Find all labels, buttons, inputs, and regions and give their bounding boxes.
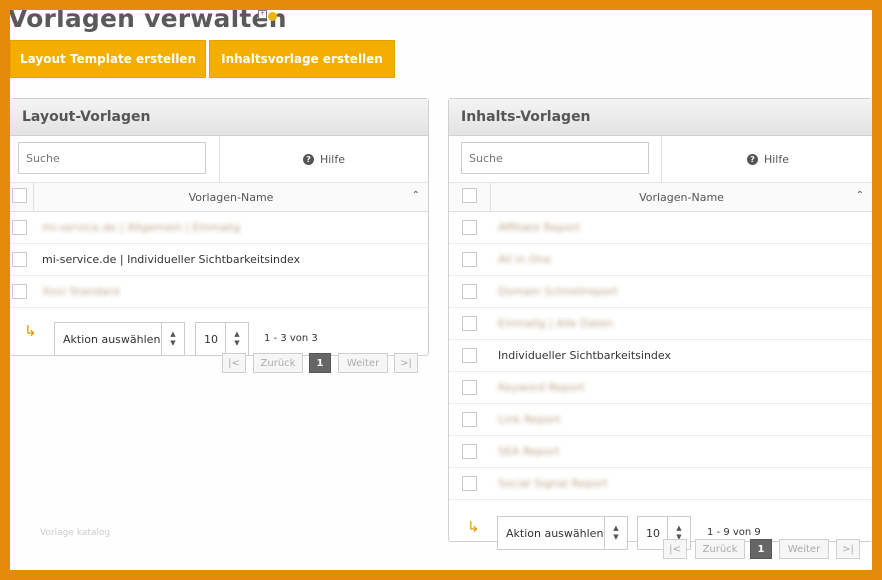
template-name[interactable]: Xovi Standard (42, 276, 119, 307)
row-checkbox[interactable] (462, 220, 477, 235)
template-name[interactable]: Affiliate Report (498, 212, 580, 243)
updown-icon: ▲ ▼ (225, 323, 248, 355)
prev-page-button[interactable]: Zurück (695, 539, 745, 559)
template-name[interactable]: Individueller Sichtbarkeitsindex (498, 340, 671, 371)
search-input[interactable] (461, 142, 649, 174)
column-header-name[interactable]: Vorlagen-Name (33, 183, 428, 211)
table-row[interactable]: mi-service.de | Allgemein | Einmalig (10, 212, 428, 244)
bulk-action-select[interactable]: Aktion auswählen ▲ ▼ (497, 516, 628, 550)
search-row: ? Hilfe (449, 136, 872, 183)
row-checkbox[interactable] (12, 220, 27, 235)
row-checkbox[interactable] (462, 284, 477, 299)
question-icon: ? (302, 153, 314, 165)
template-name[interactable]: Einmalig | Alle Daten (498, 308, 613, 339)
info-dot-icon[interactable] (268, 12, 277, 21)
help-button[interactable]: ? Hilfe (219, 136, 428, 182)
search-input[interactable] (18, 142, 206, 174)
column-header-name[interactable]: Vorlagen-Name (490, 183, 872, 211)
table-row[interactable]: mi-service.de | Individueller Sichtbarke… (10, 244, 428, 276)
table-row[interactable]: Xovi Standard (10, 276, 428, 308)
bulk-action-label: Aktion auswählen (506, 526, 604, 540)
first-page-button[interactable]: |< (222, 353, 246, 373)
expand-icon[interactable]: + (258, 10, 267, 19)
page-title: Vorlagen verwalten (10, 10, 287, 33)
updown-icon: ▲ ▼ (161, 323, 184, 355)
row-checkbox[interactable] (462, 412, 477, 427)
table-header: Vorlagen-Name ⌃ (10, 183, 428, 212)
prev-page-button[interactable]: Zurück (253, 353, 303, 373)
table-row[interactable]: Social Signal Report (449, 468, 872, 500)
row-checkbox[interactable] (462, 252, 477, 267)
template-name[interactable]: mi-service.de | Individueller Sichtbarke… (42, 244, 300, 275)
bulk-arrow-icon: ↳ (24, 322, 37, 340)
page-size-value: 10 (646, 526, 660, 540)
help-button[interactable]: ? Hilfe (661, 136, 872, 182)
row-checkbox[interactable] (462, 380, 477, 395)
row-checkbox[interactable] (462, 476, 477, 491)
first-page-button[interactable]: |< (663, 539, 687, 559)
panel-title: Inhalts-Vorlagen (449, 99, 872, 136)
next-page-button[interactable]: Weiter (779, 539, 829, 559)
table-row[interactable]: Individueller Sichtbarkeitsindex (449, 340, 872, 372)
template-name[interactable]: Domain Schnellreport (498, 276, 618, 307)
page: Vorlagen verwalten + Layout Template ers… (10, 10, 872, 570)
select-all-checkbox[interactable] (462, 188, 477, 203)
row-checkbox[interactable] (462, 444, 477, 459)
help-label: Hilfe (319, 152, 346, 166)
search-row: ? Hilfe (10, 136, 428, 183)
template-name[interactable]: mi-service.de | Allgemein | Einmalig (42, 212, 240, 243)
table-row[interactable]: Affiliate Report (449, 212, 872, 244)
bulk-arrow-icon: ↳ (467, 518, 480, 536)
page-size-select[interactable]: 10 ▲ ▼ (195, 322, 249, 356)
layout-templates-panel: Layout-Vorlagen ? Hilfe Vorlagen-Name ⌃ … (10, 98, 429, 356)
row-checkbox[interactable] (12, 284, 27, 299)
watermark: Vorlage katalog (40, 528, 111, 538)
current-page-button[interactable]: 1 (750, 539, 772, 559)
orange-frame: Vorlagen verwalten + Layout Template ers… (0, 0, 882, 580)
updown-icon: ▲ ▼ (604, 517, 627, 549)
bulk-action-select[interactable]: Aktion auswählen ▲ ▼ (54, 322, 185, 356)
help-label: Hilfe (763, 152, 790, 166)
bulk-action-label: Aktion auswählen (63, 332, 161, 346)
table-row[interactable]: All in One (449, 244, 872, 276)
table-row[interactable]: Keyword Report (449, 372, 872, 404)
row-checkbox[interactable] (462, 316, 477, 331)
last-page-button[interactable]: >| (836, 539, 860, 559)
title-icons: + (258, 10, 277, 21)
create-content-template-button[interactable]: Inhaltsvorlage erstellen (209, 40, 395, 78)
table-row[interactable]: Einmalig | Alle Daten (449, 308, 872, 340)
template-name[interactable]: SEA Report (498, 436, 559, 467)
next-page-button[interactable]: Weiter (338, 353, 388, 373)
last-page-button[interactable]: >| (394, 353, 418, 373)
row-checkbox[interactable] (12, 252, 27, 267)
layout-rows: mi-service.de | Allgemein | Einmalig mi-s… (10, 212, 428, 308)
panel-title: Layout-Vorlagen (10, 99, 428, 136)
sort-asc-icon[interactable]: ⌃ (856, 190, 864, 201)
current-page-button[interactable]: 1 (309, 353, 331, 373)
content-templates-panel: Inhalts-Vorlagen ? Hilfe Vorlagen-Name ⌃… (448, 98, 872, 550)
table-header: Vorlagen-Name ⌃ (449, 183, 872, 212)
table-row[interactable]: Link Report (449, 404, 872, 436)
select-all-checkbox[interactable] (12, 188, 27, 203)
template-name[interactable]: All in One (498, 244, 551, 275)
template-name[interactable]: Keyword Report (498, 372, 585, 403)
template-name[interactable]: Link Report (498, 404, 561, 435)
content-rows: Affiliate Report All in One Domain Schnell… (449, 212, 872, 500)
sort-asc-icon[interactable]: ⌃ (412, 190, 420, 201)
question-icon: ? (746, 153, 758, 165)
create-layout-template-button[interactable]: Layout Template erstellen (10, 40, 206, 78)
table-row[interactable]: SEA Report (449, 436, 872, 468)
page-size-value: 10 (204, 332, 218, 346)
table-row[interactable]: Domain Schnellreport (449, 276, 872, 308)
result-count: 1 - 3 von 3 (264, 333, 318, 344)
template-name[interactable]: Social Signal Report (498, 468, 608, 499)
row-checkbox[interactable] (462, 348, 477, 363)
result-count: 1 - 9 von 9 (707, 527, 761, 538)
